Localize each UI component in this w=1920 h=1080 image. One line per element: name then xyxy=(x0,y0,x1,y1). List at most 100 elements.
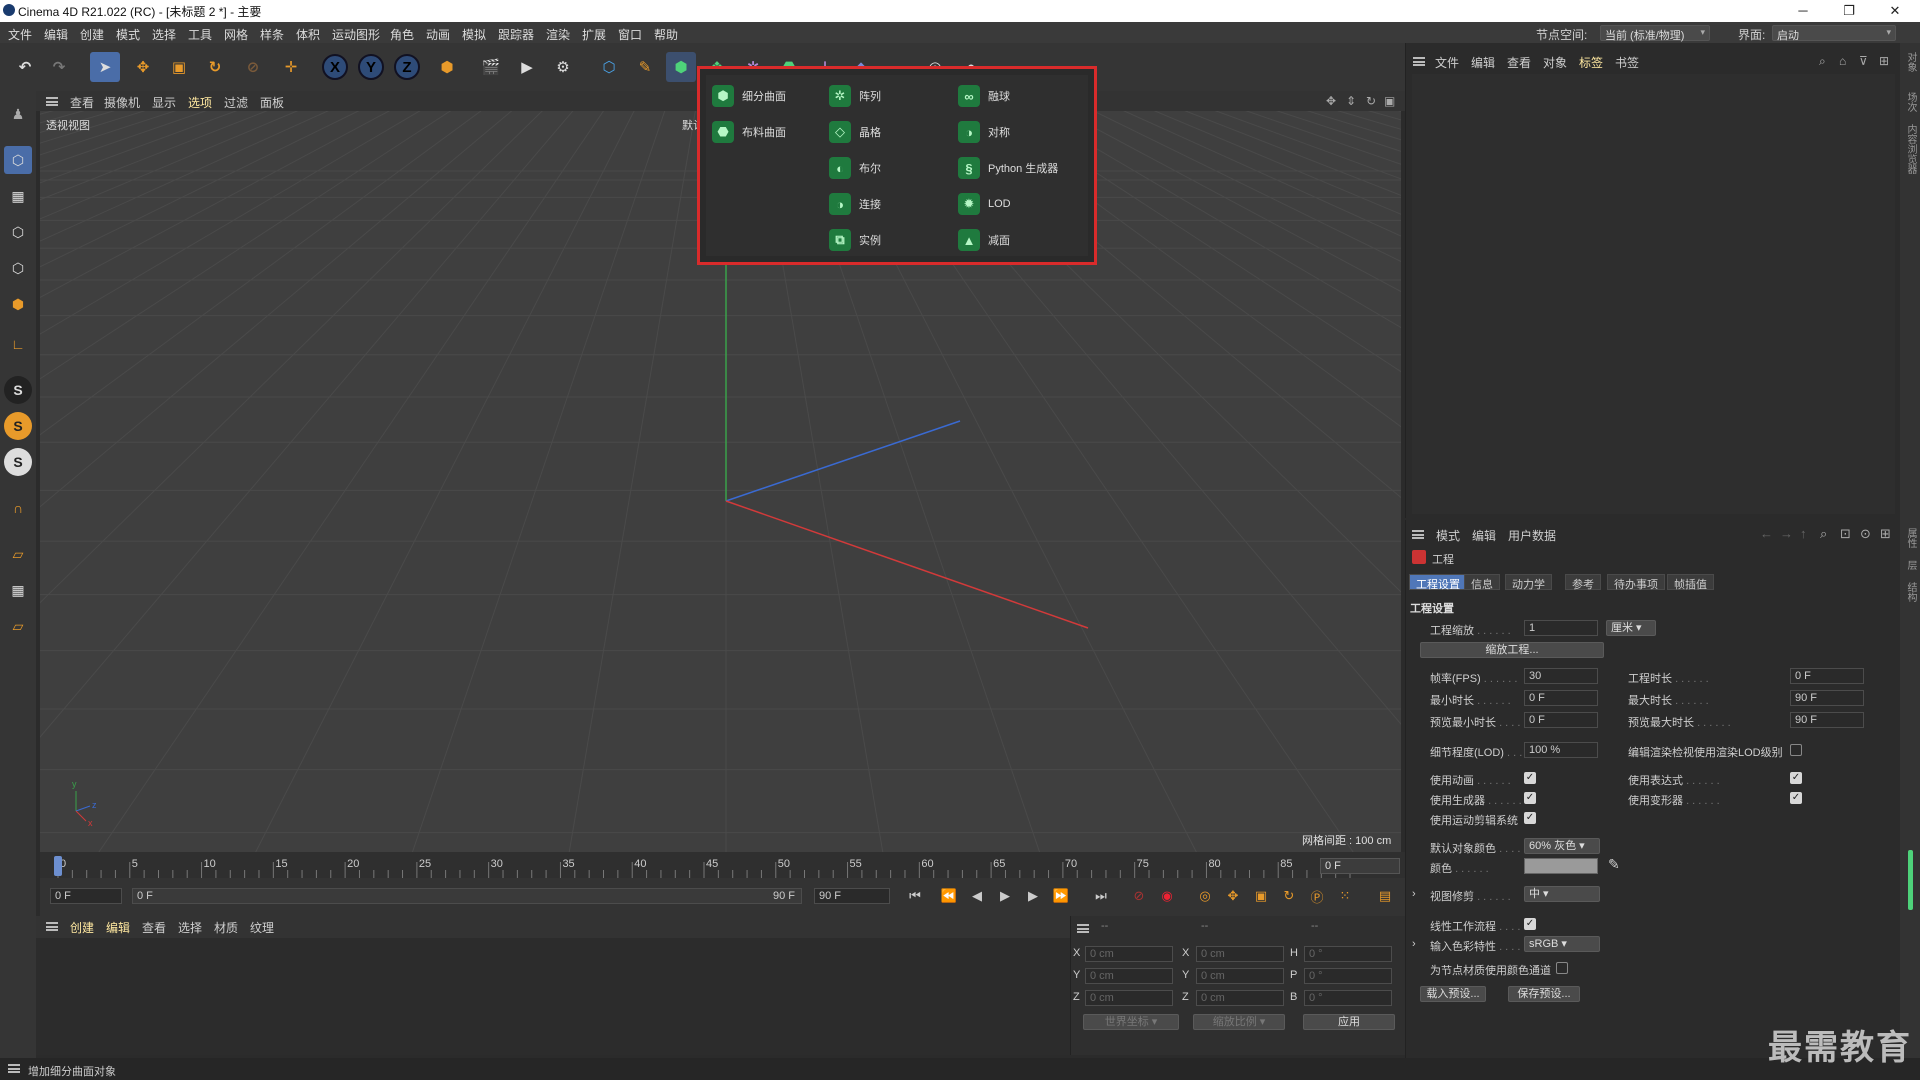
viewport-rotate-icon[interactable]: ↻ xyxy=(1366,94,1376,108)
load-preset-button[interactable]: 载入预设... xyxy=(1420,986,1486,1002)
subdivision-generator-icon[interactable]: ⬢ xyxy=(666,52,696,82)
menu-spline[interactable]: 样条 xyxy=(260,26,284,43)
cube-primitive-icon[interactable]: ⬡ xyxy=(594,52,624,82)
rotate-tool-icon[interactable]: ↻ xyxy=(200,52,230,82)
preview-max-field[interactable]: 90 F xyxy=(1790,712,1864,728)
spline-pen-icon[interactable]: ✎ xyxy=(630,52,660,82)
coord-value-field[interactable]: 0 cm xyxy=(1085,946,1173,962)
viewport-menu-view[interactable]: 查看 xyxy=(70,94,94,111)
attr-menu-userdata[interactable]: 用户数据 xyxy=(1508,527,1556,544)
key-rotation-icon[interactable]: ↻ xyxy=(1278,885,1300,907)
viewport-menu-display[interactable]: 显示 xyxy=(152,94,176,111)
viewport-menu-camera[interactable]: 摄像机 xyxy=(104,94,140,111)
preview-min-field[interactable]: 0 F xyxy=(1524,712,1598,728)
start-frame-field[interactable]: 0 F xyxy=(50,888,122,904)
render-picture-viewer-icon[interactable]: ▶ xyxy=(512,52,542,82)
tab-referencing[interactable]: 参考 xyxy=(1565,574,1601,591)
playhead[interactable] xyxy=(54,856,62,876)
workplane-icon[interactable]: ▱ xyxy=(4,540,32,568)
scale-mode-dropdown[interactable]: 缩放比例 ▾ xyxy=(1193,1014,1285,1030)
fps-field[interactable]: 30 xyxy=(1524,668,1598,684)
prev-key-icon[interactable]: ⏪ xyxy=(938,885,960,907)
key-pla-icon[interactable]: ⁙ xyxy=(1334,885,1356,907)
menu-edit[interactable]: 编辑 xyxy=(44,26,68,43)
tab-key-interpolation[interactable]: 帧插值 xyxy=(1667,574,1714,591)
popup-item-connect[interactable]: ◑ 连接 xyxy=(829,191,881,217)
preview-range-slider[interactable]: 0 F 90 F xyxy=(132,888,802,904)
current-frame-field[interactable]: 0 F xyxy=(1320,858,1400,874)
scroll-indicator[interactable] xyxy=(1908,850,1913,910)
view-clipping-dropdown[interactable]: 中 ▾ xyxy=(1524,886,1600,902)
hamburger-menu-icon[interactable] xyxy=(1413,57,1425,66)
recent-tool-icon[interactable]: ⊘ xyxy=(238,52,268,82)
chevron-right-icon[interactable]: › xyxy=(1412,888,1416,900)
use-generators-checkbox[interactable]: ✓ xyxy=(1524,792,1536,804)
goto-end-icon[interactable]: ⏭ xyxy=(1090,885,1112,907)
render-lod-checkbox[interactable] xyxy=(1790,744,1802,756)
save-preset-button[interactable]: 保存预设... xyxy=(1508,986,1580,1002)
attr-menu-edit[interactable]: 编辑 xyxy=(1472,527,1496,544)
eyedropper-icon[interactable]: ✎ xyxy=(1608,856,1620,873)
new-window-icon[interactable]: ⊞ xyxy=(1879,54,1889,68)
default-color-dropdown[interactable]: 60% 灰色 ▾ xyxy=(1524,838,1600,854)
restore-button[interactable]: ❐ xyxy=(1826,0,1872,22)
object-menu-edit[interactable]: 编辑 xyxy=(1471,54,1495,71)
x-axis-lock-icon[interactable]: X xyxy=(322,54,348,80)
filter-icon[interactable]: ⊽ xyxy=(1859,54,1868,68)
project-scale-field[interactable]: 1 xyxy=(1524,620,1598,636)
new-window-icon[interactable]: ⊞ xyxy=(1880,526,1891,542)
menu-simulate[interactable]: 模拟 xyxy=(462,26,486,43)
minimize-button[interactable]: ─ xyxy=(1780,0,1826,22)
coord-value-field[interactable]: 0 cm xyxy=(1085,968,1173,984)
play-icon[interactable]: ▶ xyxy=(994,885,1016,907)
z-axis-lock-icon[interactable]: Z xyxy=(394,54,420,80)
menu-window[interactable]: 窗口 xyxy=(618,26,642,43)
locked-workplane-icon[interactable]: ▦ xyxy=(4,576,32,604)
menu-select[interactable]: 选择 xyxy=(152,26,176,43)
object-menu-tags[interactable]: 标签 xyxy=(1579,54,1603,71)
material-menu-select[interactable]: 选择 xyxy=(178,919,202,936)
popup-item-lod[interactable]: ✹ LOD xyxy=(958,191,1011,217)
world-coordinates-dropdown[interactable]: 世界坐标 ▾ xyxy=(1083,1014,1179,1030)
snap-icon[interactable]: S xyxy=(4,376,32,404)
settings-icon[interactable]: ⊙ xyxy=(1860,526,1871,542)
popup-item-cloth-surface[interactable]: ⬣ 布料曲面 xyxy=(712,119,786,145)
coord-value-field[interactable]: 0 ° xyxy=(1304,990,1392,1006)
selection-tool-icon[interactable]: ➤ xyxy=(90,52,120,82)
material-list-area[interactable] xyxy=(36,938,1070,1055)
material-menu-view[interactable]: 查看 xyxy=(142,919,166,936)
menu-tracker[interactable]: 跟踪器 xyxy=(498,26,534,43)
next-frame-icon[interactable]: ▶ xyxy=(1022,885,1044,907)
menu-extensions[interactable]: 扩展 xyxy=(582,26,606,43)
tab-todo[interactable]: 待办事项 xyxy=(1607,574,1665,591)
project-scale-unit-dropdown[interactable]: 厘米 ▾ xyxy=(1606,620,1656,636)
material-menu-create[interactable]: 创建 xyxy=(70,919,94,936)
y-axis-lock-icon[interactable]: Y xyxy=(358,54,384,80)
coord-value-field[interactable]: 0 cm xyxy=(1196,946,1284,962)
viewport-move-icon[interactable]: ✥ xyxy=(1326,94,1336,108)
tab-info[interactable]: 信息 xyxy=(1464,574,1500,591)
back-arrow-icon[interactable]: ← xyxy=(1760,526,1773,541)
render-settings-icon[interactable]: ⚙ xyxy=(548,52,578,82)
planar-workplane-icon[interactable]: ▱ xyxy=(4,612,32,640)
popup-item-python-generator[interactable]: § Python 生成器 xyxy=(958,155,1058,181)
coordinate-system-icon[interactable]: ⬢ xyxy=(432,52,462,82)
magnet-icon[interactable]: ∩ xyxy=(4,494,32,522)
goto-start-icon[interactable]: ⏮ xyxy=(904,885,926,907)
menu-volume[interactable]: 体积 xyxy=(296,26,320,43)
menu-render[interactable]: 渲染 xyxy=(546,26,570,43)
snap-settings-icon[interactable]: S xyxy=(4,412,32,440)
use-deformers-checkbox[interactable]: ✓ xyxy=(1790,792,1802,804)
popup-item-metaball[interactable]: ∞ 融球 xyxy=(958,83,1010,109)
coord-value-field[interactable]: 0 ° xyxy=(1304,946,1392,962)
polygons-mode-icon[interactable]: ⬢ xyxy=(4,290,32,318)
render-view-icon[interactable]: 🎬 xyxy=(476,52,506,82)
tab-dynamics[interactable]: 动力学 xyxy=(1505,574,1552,591)
points-mode-icon[interactable]: ⬡ xyxy=(4,218,32,246)
key-parameter-icon[interactable]: Ⓟ xyxy=(1306,885,1328,907)
object-menu-view[interactable]: 查看 xyxy=(1507,54,1531,71)
viewport-maximize-icon[interactable]: ▣ xyxy=(1384,94,1395,108)
lock-icon[interactable]: ⊡ xyxy=(1840,526,1851,542)
menu-character[interactable]: 角色 xyxy=(390,26,414,43)
chevron-right-icon[interactable]: › xyxy=(1412,938,1416,950)
